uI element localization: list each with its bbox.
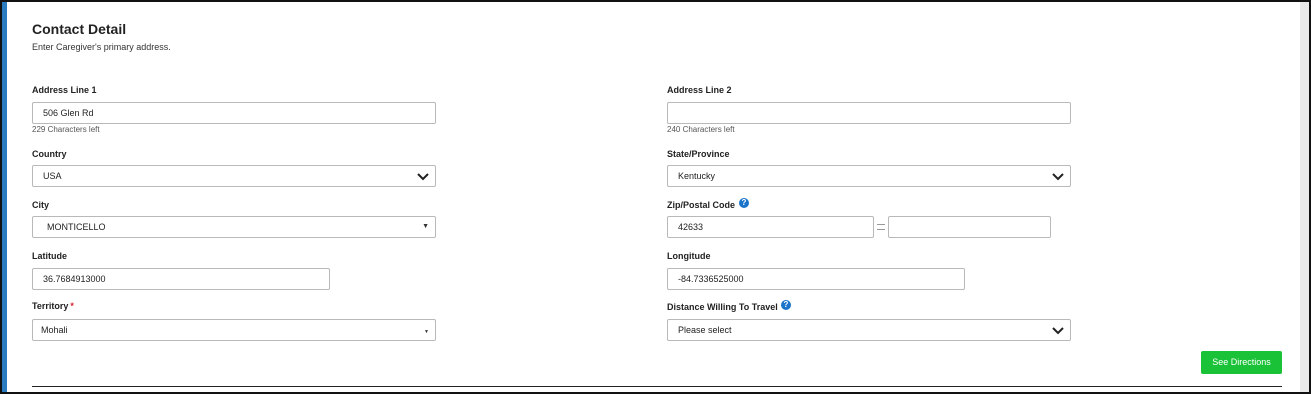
state-label: State/Province: [667, 149, 730, 159]
zip-label: Zip/Postal Code: [667, 200, 736, 210]
city-value: MONTICELLO: [47, 222, 106, 232]
left-accent-bar: [2, 2, 7, 392]
latitude-input[interactable]: 36.7684913000: [32, 268, 330, 290]
chevron-down-icon: [417, 173, 429, 181]
caret-down-icon: ▼: [424, 329, 429, 335]
address-line-2-char-count: 240 Characters left: [667, 125, 735, 134]
latitude-label: Latitude: [32, 251, 67, 261]
required-marker: *: [70, 301, 74, 311]
distance-value: Please select: [678, 325, 732, 335]
state-select[interactable]: Kentucky: [667, 165, 1071, 187]
section-divider: [32, 386, 1282, 387]
city-select[interactable]: MONTICELLO ▼: [32, 216, 436, 238]
state-value: Kentucky: [678, 171, 716, 181]
latitude-value: 36.7684913000: [43, 274, 106, 284]
scrollbar-track[interactable]: [1300, 2, 1309, 392]
section-subtitle: Enter Caregiver's primary address.: [32, 42, 171, 52]
zip-extension-input[interactable]: [888, 216, 1051, 238]
caret-down-icon: ▼: [422, 223, 429, 230]
longitude-input[interactable]: -84.7336525000: [667, 268, 965, 290]
chevron-down-icon: [1052, 173, 1064, 181]
zip-value: 42633: [678, 222, 704, 232]
zip-separator: [877, 224, 885, 230]
address-line-1-char-count: 229 Characters left: [32, 125, 100, 134]
city-label: City: [32, 200, 50, 210]
address-line-1-input[interactable]: 506 Glen Rd: [32, 102, 436, 124]
chevron-down-icon: [1052, 327, 1064, 335]
distance-help-icon[interactable]: ?: [781, 300, 791, 310]
zip-help-icon[interactable]: ?: [739, 198, 749, 208]
distance-select[interactable]: Please select: [667, 319, 1071, 341]
longitude-label: Longitude: [667, 251, 711, 261]
country-select[interactable]: USA: [32, 165, 436, 187]
territory-label-text: Territory: [32, 301, 69, 311]
territory-select[interactable]: Mohali ▼: [32, 319, 436, 341]
address-line-1-label: Address Line 1: [32, 85, 97, 95]
section-title: Contact Detail: [32, 21, 127, 37]
address-line-2-label: Address Line 2: [667, 85, 732, 95]
country-value: USA: [43, 171, 62, 181]
see-directions-button[interactable]: See Directions: [1201, 351, 1282, 374]
territory-value: Mohali: [41, 325, 68, 335]
longitude-value: -84.7336525000: [678, 274, 744, 284]
address-line-2-input[interactable]: [667, 102, 1071, 124]
territory-label: Territory *: [32, 301, 74, 311]
zip-input[interactable]: 42633: [667, 216, 874, 238]
address-line-1-value: 506 Glen Rd: [43, 108, 94, 118]
distance-label: Distance Willing To Travel: [667, 302, 778, 312]
country-label: Country: [32, 149, 67, 159]
